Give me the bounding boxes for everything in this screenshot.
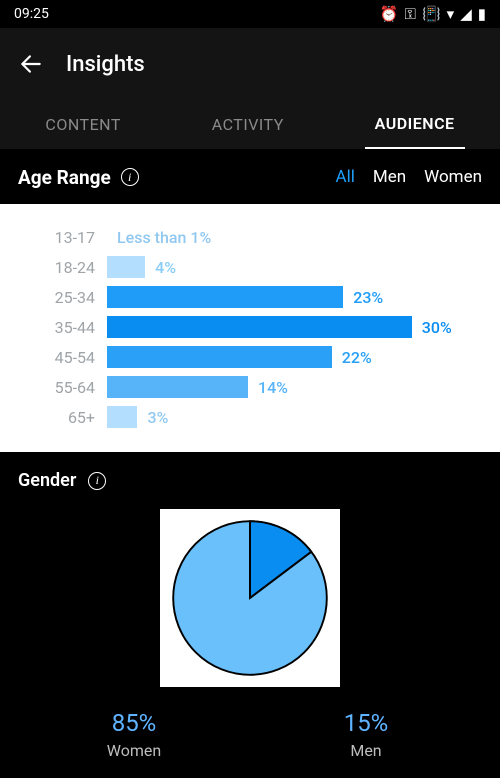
vibrate-icon: 📳	[422, 7, 441, 22]
table-row: 35-44 30%	[12, 312, 488, 342]
status-bar: 09:25 ⏰ ⚿ 📳 ▾ ◢ ▮	[0, 0, 500, 28]
bar-label: 18-24	[12, 258, 107, 277]
age-range-filters: All Men Women	[336, 167, 482, 187]
bar-value: 22%	[342, 348, 372, 367]
bar-value: 23%	[353, 288, 383, 307]
table-row: 13-17 Less than 1%	[12, 222, 488, 252]
gender-women: 85% Women	[30, 709, 239, 760]
info-icon[interactable]: i	[88, 472, 106, 490]
bar-value: 4%	[155, 258, 176, 277]
filter-men[interactable]: Men	[373, 167, 406, 187]
app-header: Insights	[0, 28, 500, 100]
gender-pie-chart	[18, 509, 482, 687]
filter-women[interactable]: Women	[424, 167, 482, 187]
women-label: Women	[30, 741, 239, 760]
table-row: 18-24 4%	[12, 252, 488, 282]
tab-audience[interactable]: AUDIENCE	[365, 100, 465, 149]
age-range-header: Age Range i All Men Women	[0, 150, 500, 204]
tab-activity[interactable]: ACTIVITY	[202, 100, 294, 149]
page-title: Insights	[66, 52, 145, 77]
bar-label: 13-17	[12, 228, 107, 247]
gender-section: Gender i 85% Women 15% Men	[0, 452, 500, 778]
tabs: CONTENT ACTIVITY AUDIENCE	[0, 100, 500, 150]
gender-men: 15% Men	[262, 709, 471, 760]
bar-value: 30%	[422, 318, 452, 337]
age-range-title: Age Range	[18, 166, 111, 189]
status-icons: ⏰ ⚿ 📳 ▾ ◢ ▮	[380, 7, 486, 22]
men-percent: 15%	[262, 709, 471, 737]
bar-value: Less than 1%	[117, 228, 211, 247]
tab-content[interactable]: CONTENT	[35, 100, 130, 149]
bar-label: 35-44	[12, 318, 107, 337]
key-icon: ⚿	[405, 7, 416, 22]
bar-label: 65+	[12, 408, 107, 427]
info-icon[interactable]: i	[121, 168, 139, 186]
gender-values: 85% Women 15% Men	[18, 709, 482, 760]
alarm-icon: ⏰	[380, 7, 399, 22]
bar-label: 25-34	[12, 288, 107, 307]
women-percent: 85%	[30, 709, 239, 737]
table-row: 55-64 14%	[12, 372, 488, 402]
bar-value: 14%	[258, 378, 288, 397]
men-label: Men	[262, 741, 471, 760]
back-arrow-icon[interactable]	[18, 51, 44, 77]
bar-label: 55-64	[12, 378, 107, 397]
wifi-icon: ▾	[447, 7, 455, 22]
age-range-chart: 13-17 Less than 1% 18-24 4% 25-34 23% 35…	[0, 204, 500, 452]
status-time: 09:25	[14, 6, 49, 22]
table-row: 65+ 3%	[12, 402, 488, 432]
table-row: 45-54 22%	[12, 342, 488, 372]
signal-icon: ◢	[460, 7, 472, 22]
gender-title: Gender	[18, 470, 76, 491]
table-row: 25-34 23%	[12, 282, 488, 312]
battery-icon: ▮	[478, 7, 486, 22]
bar-label: 45-54	[12, 348, 107, 367]
filter-all[interactable]: All	[336, 167, 355, 187]
bar-value: 3%	[147, 408, 168, 427]
